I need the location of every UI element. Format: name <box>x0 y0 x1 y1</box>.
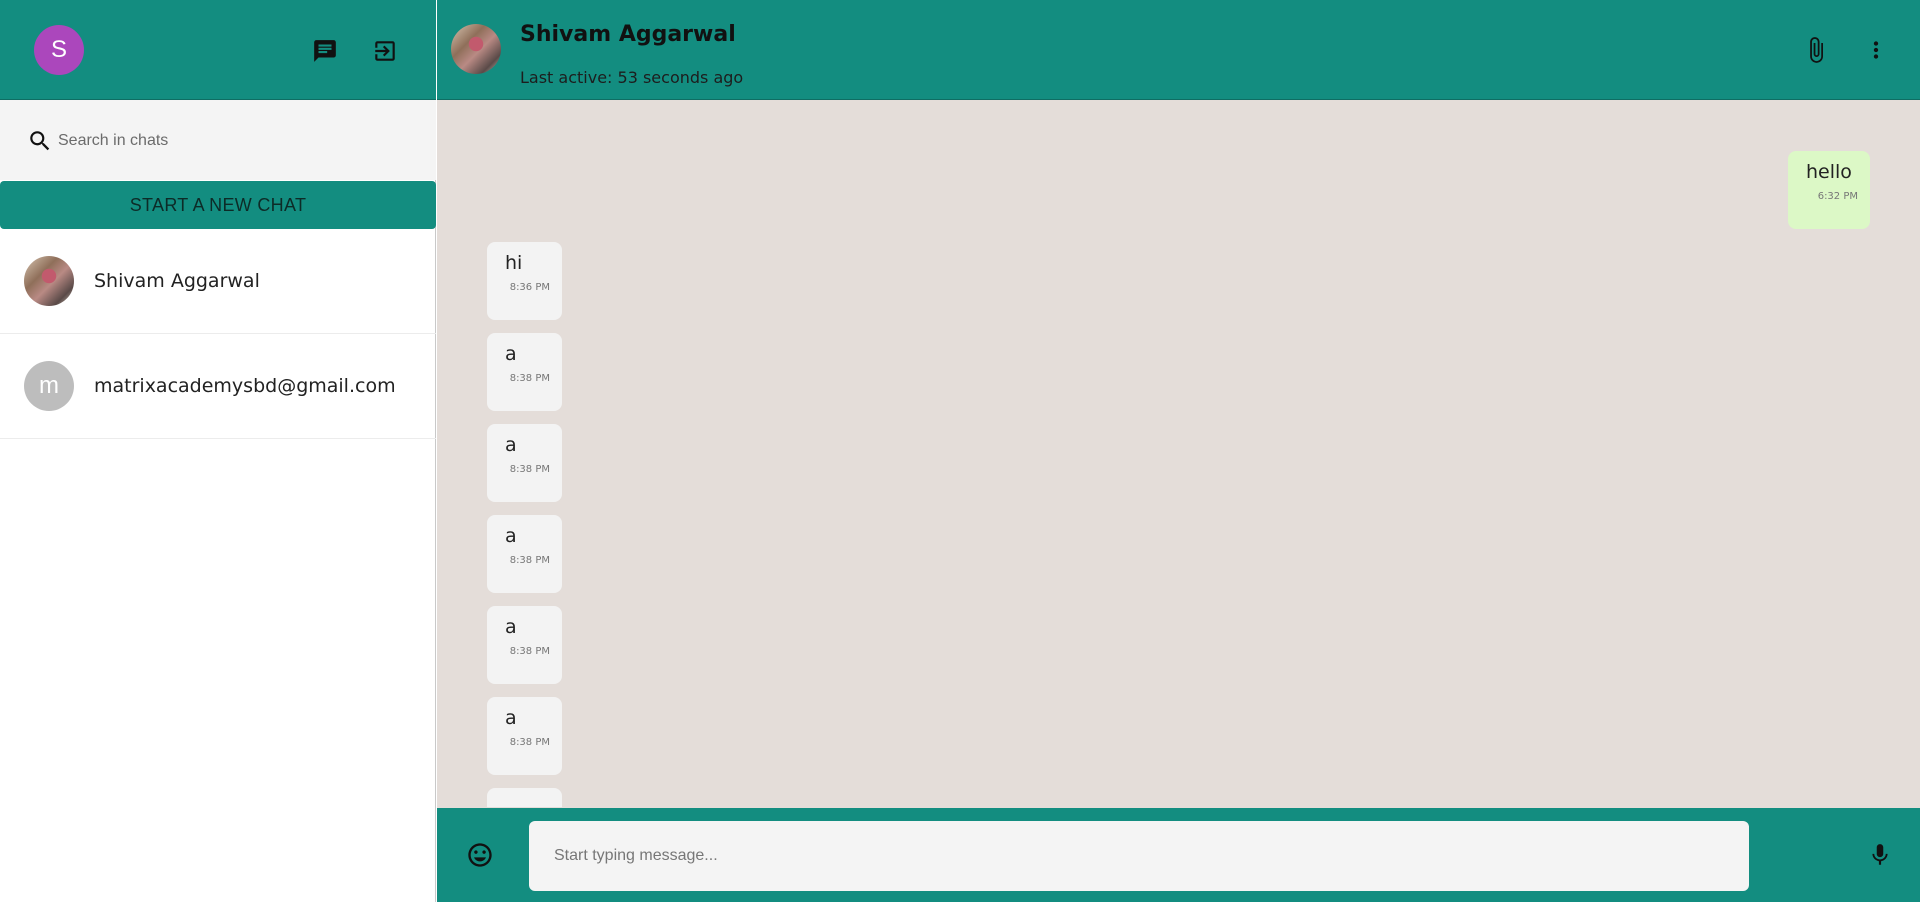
message-bubble-received: a 8:38 PM <box>487 424 562 502</box>
message-bubble-sent: hello 6:32 PM <box>1788 151 1870 229</box>
message-bubble-received: a 8:38 PM <box>487 333 562 411</box>
message-list[interactable]: hello 6:32 PM hi 8:36 PM a 8:38 PM a 8:3… <box>437 101 1920 807</box>
emoji-icon[interactable] <box>465 840 495 870</box>
chat-list-item-name: matrixacademysbd@gmail.com <box>94 375 396 397</box>
message-time: 8:38 PM <box>509 555 550 566</box>
mic-icon[interactable] <box>1865 840 1895 870</box>
message-input[interactable] <box>529 821 1749 891</box>
contact-name: Shivam Aggarwal <box>520 22 736 47</box>
chat-list-item[interactable]: m matrixacademysbd@gmail.com <box>0 334 436 439</box>
sidebar: S START A NEW CHAT Shivam Aggarwal m mat… <box>0 0 436 902</box>
message-text: a <box>505 343 517 365</box>
message-bubble-received: hi 8:36 PM <box>487 242 562 320</box>
message-text: a <box>505 616 517 638</box>
message-time: 8:38 PM <box>509 737 550 748</box>
chat-list-item-name: Shivam Aggarwal <box>94 270 260 292</box>
sidebar-header: S <box>0 0 436 100</box>
message-text: a <box>505 434 517 456</box>
logout-icon[interactable] <box>370 36 400 66</box>
message-time: 8:36 PM <box>509 282 550 293</box>
message-time: 8:38 PM <box>509 646 550 657</box>
search-icon <box>27 128 53 154</box>
message-bubble-received <box>487 788 562 807</box>
message-text: hello <box>1806 161 1852 183</box>
more-vert-icon[interactable] <box>1861 35 1891 65</box>
message-bubble-received: a 8:38 PM <box>487 606 562 684</box>
message-bubble-received: a 8:38 PM <box>487 697 562 775</box>
message-bubble-received: a 8:38 PM <box>487 515 562 593</box>
message-text: a <box>505 707 517 729</box>
message-time: 6:32 PM <box>1817 191 1858 202</box>
avatar <box>24 256 74 306</box>
message-time: 8:38 PM <box>509 464 550 475</box>
message-text: hi <box>505 252 523 274</box>
avatar: m <box>24 361 74 411</box>
user-avatar[interactable]: S <box>34 25 84 75</box>
attach-icon[interactable] <box>1801 35 1831 65</box>
message-text: a <box>505 525 517 547</box>
chat-header: Shivam Aggarwal Last active: 53 seconds … <box>437 0 1920 100</box>
new-chat-icon[interactable] <box>310 36 340 66</box>
contact-avatar[interactable] <box>451 24 501 74</box>
chat-panel: Shivam Aggarwal Last active: 53 seconds … <box>437 0 1920 902</box>
last-active-status: Last active: 53 seconds ago <box>520 68 744 87</box>
message-time: 8:38 PM <box>509 373 550 384</box>
chat-list-item[interactable]: Shivam Aggarwal <box>0 229 436 334</box>
search-input[interactable] <box>58 126 418 156</box>
message-composer <box>437 808 1920 902</box>
start-new-chat-button[interactable]: START A NEW CHAT <box>0 181 436 229</box>
